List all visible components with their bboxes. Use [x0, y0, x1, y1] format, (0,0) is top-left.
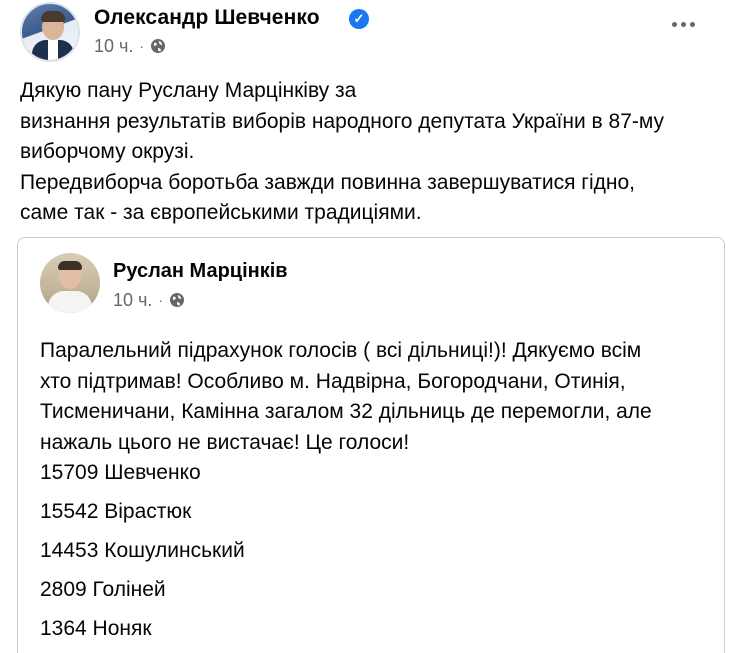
post-text-line: Дякую пану Руслану Марцінківу за — [20, 79, 357, 102]
avatar-hair — [41, 11, 65, 22]
vote-result-line: 14453 Кошулинський — [40, 539, 245, 562]
post-text: Дякую пану Руслану Марцінківу за визнанн… — [20, 76, 720, 229]
post-text-line: визнання результатів виборів народного д… — [20, 109, 665, 133]
shared-post-card[interactable]: Руслан Марцінків 10 ч. · Паралельний під… — [17, 237, 725, 653]
avatar-shirt — [48, 40, 58, 60]
more-options-icon[interactable] — [668, 16, 698, 32]
verified-badge-icon: ✓ — [349, 9, 369, 29]
shared-post-meta: 10 ч. · — [113, 290, 185, 310]
meta-separator: · — [139, 38, 145, 54]
avatar-shirt — [48, 291, 92, 313]
shared-text-line: Тисменичани, Камінна загалом 32 дільниць… — [40, 400, 652, 423]
globe-icon[interactable] — [150, 38, 166, 54]
author-avatar[interactable] — [20, 2, 80, 62]
vote-result-line: 2809 Голіней — [40, 578, 166, 601]
shared-author-name[interactable]: Руслан Марцінків — [113, 260, 288, 283]
post-time[interactable]: 10 ч. — [94, 36, 133, 57]
shared-author-avatar[interactable] — [40, 253, 100, 313]
post-text-line: Передвиборча боротьба завжди повинна зав… — [20, 170, 635, 194]
shared-text-line: Паралельний підрахунок голосів ( всі діл… — [40, 339, 642, 362]
post-text-line: виборчому окрузі. — [20, 140, 195, 163]
meta-separator: · — [158, 292, 164, 308]
avatar-hair — [58, 261, 82, 270]
vote-result-line: 1364 Ноняк — [40, 617, 152, 640]
vote-result-line: 15542 Вірастюк — [40, 500, 192, 523]
shared-post-time[interactable]: 10 ч. — [113, 290, 152, 311]
vote-results-list: 15709 Шевченко 15542 Вірастюк 14453 Кошу… — [40, 460, 440, 653]
globe-icon[interactable] — [169, 292, 185, 308]
shared-text-line: нажаль цього не вистачає! Це голоси! — [40, 430, 410, 454]
author-name[interactable]: Олександр Шевченко — [94, 6, 320, 30]
post-text-line: саме так - за європейськими традиціями. — [20, 201, 422, 224]
post-meta: 10 ч. · — [94, 36, 166, 56]
shared-post-text: Паралельний підрахунок голосів ( всі діл… — [40, 336, 710, 458]
shared-text-line: хто підтримав! Особливо м. Надвірна, Бог… — [40, 369, 626, 393]
vote-result-line: 15709 Шевченко — [40, 461, 201, 484]
post-header: Олександр Шевченко ✓ 10 ч. · — [20, 2, 720, 62]
